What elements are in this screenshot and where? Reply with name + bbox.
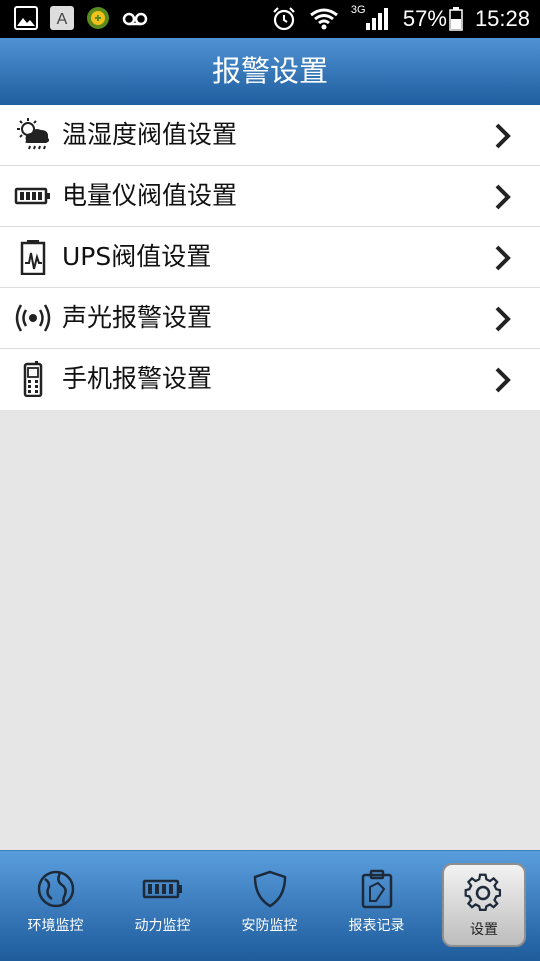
- menu-item-power-meter[interactable]: 电量仪阀值设置: [0, 166, 540, 227]
- menu-item-label: 电量仪阀值设置: [62, 181, 238, 210]
- tab-security-monitoring[interactable]: 安防监控: [216, 851, 323, 961]
- alarm-settings-list: 温湿度阀值设置 电量仪阀值设置 UPS阀值设置 声光报警设置 手机报警设置: [0, 105, 540, 410]
- signal-icon: [365, 8, 388, 30]
- battery-icon: [142, 879, 182, 899]
- wifi-icon: [309, 8, 338, 30]
- tab-report-records[interactable]: 报表记录: [323, 851, 430, 961]
- chevron-right-icon: [495, 123, 511, 149]
- menu-item-label: UPS阀值设置: [62, 242, 212, 271]
- battery-icon: [449, 7, 463, 31]
- menu-item-label: 声光报警设置: [62, 303, 213, 332]
- svg-text:A: A: [57, 11, 68, 28]
- bottom-tab-bar: 环境监控 动力监控 安防监控 报表记录 设置: [0, 850, 540, 961]
- tab-label: 动力监控: [134, 918, 191, 934]
- menu-item-temperature-humidity[interactable]: 温湿度阀值设置: [0, 105, 540, 166]
- menu-item-label: 温湿度阀值设置: [62, 120, 238, 149]
- chevron-right-icon: [495, 306, 511, 332]
- battery-meter-icon: [14, 187, 50, 205]
- network-type-label: 3G: [350, 4, 366, 16]
- ups-icon: [20, 240, 46, 275]
- menu-item-label: 手机报警设置: [62, 364, 213, 393]
- gallery-icon: [14, 6, 38, 30]
- menu-item-ups[interactable]: UPS阀值设置: [0, 227, 540, 288]
- shield-icon: [253, 870, 286, 908]
- tab-label: 环境监控: [27, 918, 84, 934]
- app-icon: [87, 7, 109, 29]
- battery-percent: 57%: [402, 6, 447, 31]
- tab-settings[interactable]: 设置: [438, 851, 540, 961]
- chevron-right-icon: [495, 245, 511, 271]
- status-bar: A 3G 57% 15:28: [0, 0, 540, 38]
- chevron-right-icon: [495, 367, 511, 393]
- status-bar-right: 3G 57% 15:28: [271, 0, 530, 38]
- mobile-phone-icon: [23, 361, 43, 397]
- tab-environment-monitoring[interactable]: 环境监控: [2, 851, 109, 961]
- tab-label: 安防监控: [241, 918, 298, 934]
- menu-item-mobile-alarm[interactable]: 手机报警设置: [0, 349, 540, 410]
- clipboard-icon: [361, 869, 392, 909]
- chevron-right-icon: [495, 184, 511, 210]
- clock: 15:28: [474, 6, 530, 31]
- gear-icon: [464, 873, 502, 912]
- weather-icon: [17, 118, 50, 150]
- tab-power-monitoring[interactable]: 动力监控: [109, 851, 216, 961]
- status-bar-left: A: [14, 6, 148, 30]
- globe-icon: [37, 870, 74, 908]
- tab-label: 报表记录: [348, 918, 405, 934]
- a-icon: A: [50, 6, 74, 30]
- tab-label: 设置: [470, 922, 498, 938]
- page-title: 报警设置: [211, 54, 328, 88]
- signal-indicator: 3G: [351, 0, 391, 38]
- title-bar: 报警设置: [0, 38, 540, 106]
- speaker-alarm-icon: [15, 304, 51, 332]
- alarm-icon: [273, 7, 295, 31]
- voicemail-icon: [122, 12, 148, 26]
- menu-item-sound-light-alarm[interactable]: 声光报警设置: [0, 288, 540, 349]
